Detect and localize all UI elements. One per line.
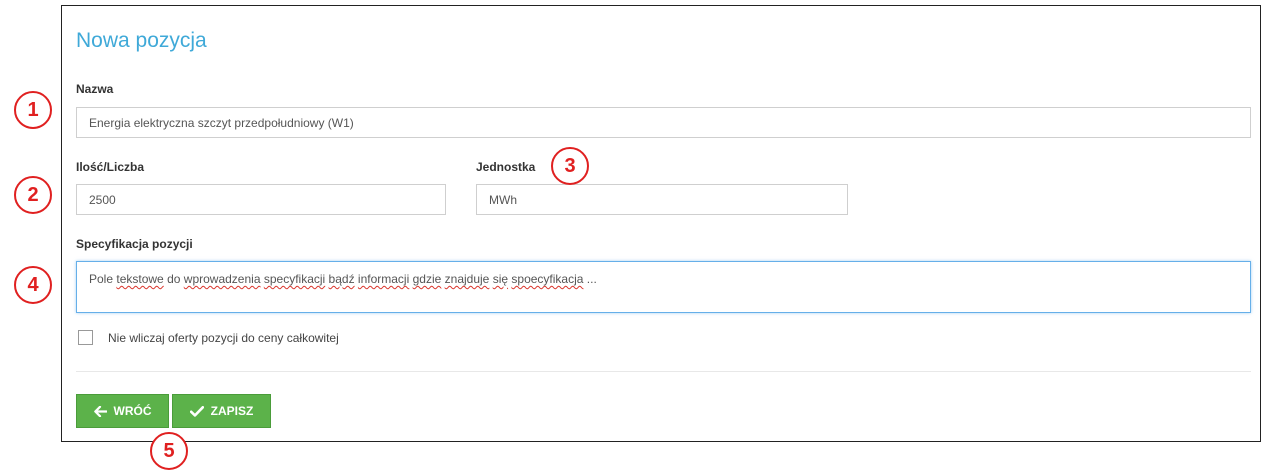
spec-word: Pole (89, 272, 114, 286)
quantity-field[interactable]: 2500 (76, 184, 446, 215)
save-button[interactable]: ZAPISZ (172, 394, 271, 428)
divider (76, 371, 1251, 372)
spec-word: wprowadzenia (183, 272, 261, 286)
annotation-marker-2: 2 (14, 176, 52, 214)
exclude-checkbox[interactable] (78, 330, 93, 345)
annotation-marker-5: 5 (150, 432, 188, 470)
name-label: Nazwa (76, 82, 114, 96)
new-item-form: Nowa pozycja Nazwa Energia elektryczna s… (61, 5, 1261, 442)
exclude-checkbox-label[interactable]: Nie wliczaj oferty pozycji do ceny całko… (108, 331, 339, 345)
save-button-label: ZAPISZ (210, 404, 254, 418)
spec-word: tekstowe (116, 272, 164, 286)
spec-word: gdzie (412, 272, 442, 286)
arrow-left-icon (93, 405, 107, 417)
back-button[interactable]: WRÓĆ (76, 394, 169, 428)
spec-textarea[interactable]: Pole tekstowe do wprowadzenia specyfikac… (76, 261, 1251, 313)
name-field[interactable]: Energia elektryczna szczyt przedpołudnio… (76, 107, 1251, 138)
spec-word: specyfikacji (263, 272, 326, 286)
unit-field-value: MWh (489, 192, 517, 207)
quantity-label: Ilość/Liczba (76, 160, 145, 174)
spec-label: Specyfikacja pozycji (76, 237, 193, 251)
back-button-label: WRÓĆ (113, 404, 152, 418)
page-title: Nowa pozycja (76, 29, 207, 52)
checkmark-icon (189, 405, 204, 417)
annotation-marker-4: 4 (14, 266, 52, 304)
spec-word: się (492, 272, 509, 286)
spec-word: do (167, 272, 181, 286)
quantity-field-value: 2500 (89, 192, 116, 207)
annotation-marker-3: 3 (551, 147, 589, 185)
unit-field[interactable]: MWh (476, 184, 848, 215)
spec-word: spoecyfikacja (511, 272, 584, 286)
spec-word: informacji (357, 272, 410, 286)
spec-word: bądź (328, 272, 355, 286)
name-field-value: Energia elektryczna szczyt przedpołudnio… (89, 115, 354, 130)
annotation-marker-1: 1 (14, 91, 52, 129)
spec-word: znajduje (444, 272, 490, 286)
unit-label: Jednostka (476, 160, 536, 174)
spec-word: ... (586, 272, 597, 286)
